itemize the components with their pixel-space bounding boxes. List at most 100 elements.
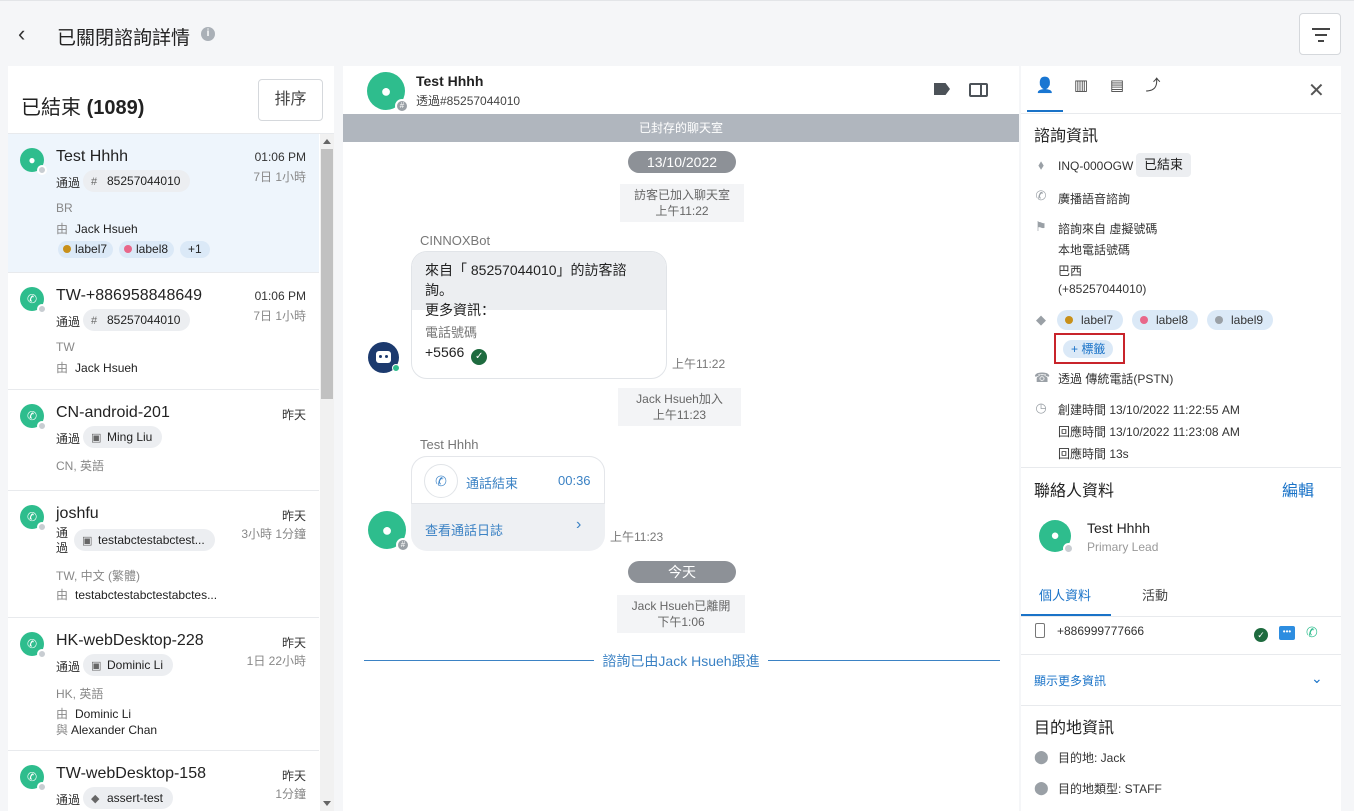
tab-activity[interactable]: 活動 <box>1142 585 1168 604</box>
phone-channel-icon: ✆ <box>20 765 47 792</box>
user-avatar-icon: ● # <box>368 511 410 552</box>
call-ended-label: 通話結束 <box>466 476 519 491</box>
tab-profile[interactable]: 個人資料 <box>1039 585 1091 604</box>
system-message: Jack Hsueh加入 上午11:23 <box>618 388 741 426</box>
view-call-log-link[interactable]: 查看通話日誌 <box>425 520 503 539</box>
contact-avatar-icon: ● <box>1039 520 1074 554</box>
list-item[interactable]: ● Test Hhhh 01:06 PM 7日 1小時 通過 #85257044… <box>8 134 319 273</box>
list-item[interactable]: ✆ CN-android-201 昨天 通過 ▣ Ming Liu CN, 英語 <box>8 390 319 491</box>
created-time: 創建時間 13/10/2022 11:22:55 AM <box>1058 403 1240 417</box>
phone-channel-icon: ✆ <box>20 505 47 532</box>
scroll-down-icon[interactable] <box>323 801 331 806</box>
item-meta: TW <box>56 340 75 354</box>
item-name: TW-webDesktop-158 <box>56 765 206 782</box>
call-ended-icon: ✆ <box>424 464 458 498</box>
contact-info-title: 聯絡人資料 <box>1034 483 1115 500</box>
item-by: 由 Jack Hsueh <box>56 222 138 236</box>
item-name: HK-webDesktop-228 <box>56 632 204 649</box>
tag-icon: ◆ <box>91 793 100 805</box>
item-by: 由 Jack Hsueh <box>56 361 138 375</box>
message-time: 上午11:22 <box>672 357 726 371</box>
phone-channel-icon: ✆ <box>20 404 47 431</box>
item-time: 01:06 PM <box>254 150 306 164</box>
side-panel-toggle-icon[interactable] <box>969 83 988 97</box>
tab-document-icon[interactable]: ▤ <box>1099 66 1135 112</box>
label-chip: label9 <box>1207 310 1274 330</box>
bot-avatar-icon <box>368 342 400 373</box>
item-time: 01:06 PM <box>254 289 306 303</box>
scroll-thumb[interactable] <box>321 149 333 399</box>
phone-label: 電話號碼 <box>425 325 478 340</box>
phone-channel-icon: ✆ <box>20 287 47 314</box>
tab-transfer-icon[interactable]: ⤴ <box>1135 66 1171 112</box>
item-duration: 1分鐘 <box>275 787 306 801</box>
list-header: 已結束 (1089) 排序 <box>8 66 334 134</box>
edit-contact-button[interactable]: 編輯 <box>1282 477 1314 501</box>
label-chip: label7 <box>58 241 114 258</box>
location-pin-icon: ⬤ <box>1034 780 1049 795</box>
item-by: 由 testabctestabctestabctes... <box>56 588 218 602</box>
tab-person-icon[interactable]: 👤 <box>1027 66 1063 112</box>
destination-type: 目的地類型: STAFF <box>1058 782 1162 796</box>
via-chip: ◆ assert-test <box>83 787 174 809</box>
call-duration: 00:36 <box>558 473 591 488</box>
contact-card-icon: ▣ <box>91 432 102 444</box>
message-time: 上午11:23 <box>610 530 664 544</box>
response-duration: 回應時間 13s <box>1058 447 1129 461</box>
contact-role: Primary Lead <box>1087 540 1159 554</box>
chat-panel: ● # Test Hhhh 透過#85257044010 已封存的聊天室 13/1… <box>343 66 1019 811</box>
inquiry-list-panel: 已結束 (1089) 排序 ● Test Hhhh 01:06 PM 7日 1小… <box>8 66 334 811</box>
label-icon[interactable] <box>934 83 950 95</box>
call-message-bubble: ✆ 通話結束 00:36 查看通話日誌 › <box>411 456 605 551</box>
follow-notice: 諮詢已由Jack Hsueh跟進 <box>343 651 1019 671</box>
pstn-phone-icon: ☎ <box>1034 370 1051 385</box>
info-icon[interactable]: i <box>201 27 215 41</box>
item-duration: 7日 1小時 <box>253 170 306 184</box>
list-item[interactable]: ✆ TW-webDesktop-158 昨天 1分鐘 通過 ◆ assert-te… <box>8 751 319 811</box>
destination-title: 目的地資訊 <box>1034 720 1115 737</box>
user-avatar-icon: ● <box>20 148 47 175</box>
item-name: TW-+886958848649 <box>56 287 203 304</box>
list-item[interactable]: ✆ joshfu 昨天 3小時 1分鐘 通過 ▣ testabctestabcte… <box>8 491 319 618</box>
chat-icon[interactable]: ••• <box>1279 626 1295 640</box>
via-chip: #85257044010 <box>83 170 191 192</box>
sort-button[interactable]: 排序 <box>258 79 323 121</box>
top-header: ‹ 已關閉諮詢詳情 i <box>0 0 1354 66</box>
add-tag-button[interactable]: + 標籤 <box>1063 340 1114 358</box>
list-title: 已結束 (1089) <box>21 97 145 119</box>
item-meta: BR <box>56 201 73 215</box>
phone-channel-icon: ✆ <box>20 632 47 659</box>
show-more-link[interactable]: 顯示更多資訊 <box>1034 672 1106 689</box>
contact-card-icon: ▣ <box>82 535 93 547</box>
sender-name: Test Hhhh <box>420 437 479 452</box>
phone-broadcast-icon: ✆ <box>1035 188 1047 203</box>
date-divider: 13/10/2022 <box>628 151 736 173</box>
call-icon[interactable]: ✆ <box>1306 624 1318 641</box>
list-item[interactable]: ✆ HK-webDesktop-228 昨天 1日 22小時 通過 ▣ Domin… <box>8 618 319 751</box>
clock-icon: ◷ <box>1035 400 1047 415</box>
label-tag-icon: ◆ <box>1036 312 1046 327</box>
list-item[interactable]: ✆ TW-+886958848649 01:06 PM 7日 1小時 通過 #8… <box>8 273 319 390</box>
item-time: 昨天 <box>281 509 306 523</box>
list-scrollbar[interactable] <box>320 134 334 811</box>
label-chip: label8 <box>119 241 175 258</box>
inquiry-id: INQ-000OGW <box>1058 159 1134 173</box>
inquiry-source: 諮詢來自 虛擬號碼 <box>1058 222 1158 236</box>
scroll-up-icon[interactable] <box>323 139 331 144</box>
chevron-down-icon[interactable]: ⌄ <box>1311 670 1323 687</box>
item-time: 昨天 <box>281 636 306 650</box>
chevron-right-icon[interactable]: › <box>576 516 581 534</box>
filter-button[interactable] <box>1299 13 1341 55</box>
flag-icon: ⚑ <box>1035 219 1047 234</box>
item-with: 與 Alexander Chan <box>56 723 158 737</box>
verified-check-icon: ✓ <box>1254 628 1268 642</box>
contact-card-icon: ▣ <box>91 660 102 672</box>
label-more-chip[interactable]: +1 <box>180 241 210 258</box>
phone-value: +5566 ✓ <box>425 344 488 365</box>
back-chevron-icon[interactable]: ‹ <box>18 21 40 47</box>
bot-message-bubble: 來自「 85257044010」的訪客諮詢。 更多資訊： 電話號碼 +5566 ✓ <box>411 251 667 379</box>
inquiry-info-title: 諮詢資訊 <box>1034 128 1099 145</box>
tab-map-icon[interactable]: ▥ <box>1063 66 1099 112</box>
item-meta: TW, 中文 (繁體) <box>56 569 140 583</box>
close-icon[interactable]: ✕ <box>1308 78 1325 103</box>
